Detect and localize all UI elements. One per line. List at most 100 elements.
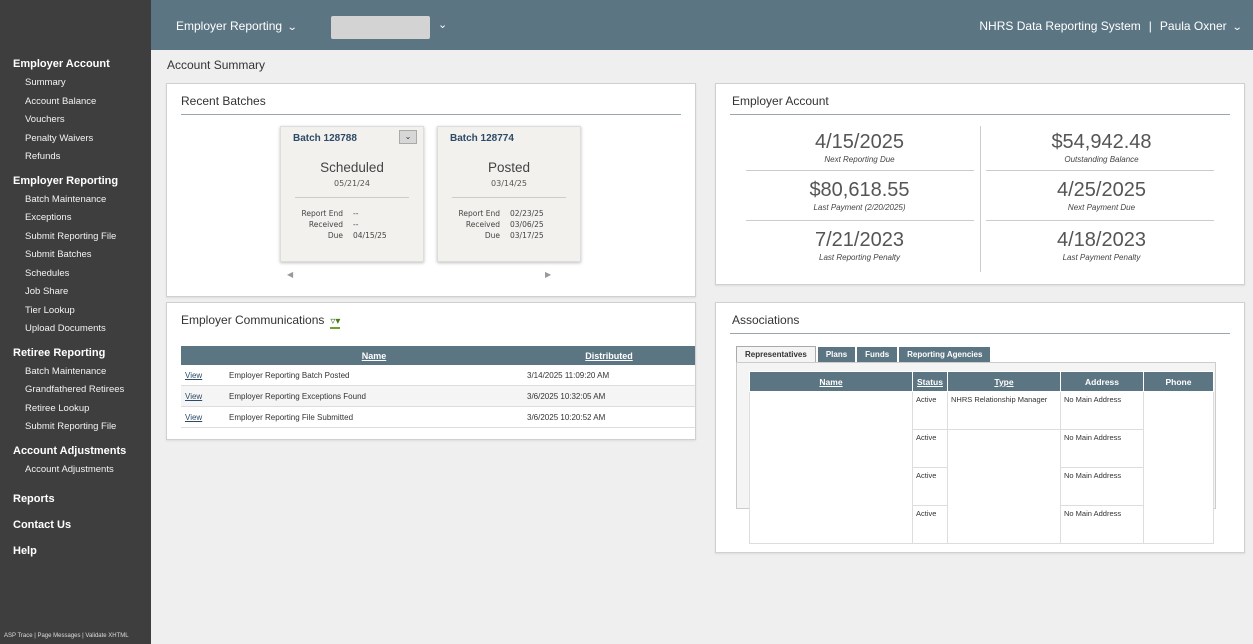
communications-table: Name Distributed View Employer Reporting… (181, 346, 695, 428)
due-label: Due (327, 231, 343, 240)
table-header-type[interactable]: Type (947, 371, 1061, 392)
sidebar-item[interactable]: Exceptions (0, 209, 151, 228)
scroll-left-icon[interactable]: ◀ (287, 270, 293, 279)
divider (730, 114, 1230, 115)
view-link[interactable]: View (185, 371, 202, 380)
sidebar-item[interactable]: Refunds (0, 148, 151, 167)
filter-icon[interactable]: ▿▾ (330, 316, 341, 329)
nav-group: Employer Reporting Batch Maintenance Excep… (0, 175, 151, 339)
communication-name: Employer Reporting File Submitted (225, 406, 523, 428)
sidebar-item[interactable]: Account Balance (0, 93, 151, 112)
next-payment-due-stat: 4/25/2025 Next Payment Due (984, 179, 1219, 212)
table-header-name[interactable]: Name (749, 371, 913, 392)
table-header-distributed[interactable]: Distributed (523, 346, 695, 365)
nav-group: Employer Account Summary Account Balance Vo… (0, 58, 151, 167)
scroll-right-icon[interactable]: ▶ (545, 270, 551, 279)
batch-card[interactable]: Batch 128774 Posted 03/14/25 Report End 0… (437, 126, 581, 262)
employer-communications-panel: Employer Communications ▿▾ Name Distribut… (166, 302, 696, 440)
next-reporting-due-stat: 4/15/2025 Next Reporting Due (742, 131, 977, 164)
sidebar-item[interactable]: Reports (0, 493, 151, 505)
outstanding-balance-stat: $54,942.48 Outstanding Balance (984, 131, 1219, 164)
sidebar-footer-links[interactable]: ASP Trace | Page Messages | Validate XHT… (4, 633, 129, 639)
tab-reporting-agencies[interactable]: Reporting Agencies (899, 347, 991, 362)
tab-plans[interactable]: Plans (817, 347, 856, 362)
employer-select-dropdown[interactable] (331, 16, 430, 39)
view-link[interactable]: View (185, 392, 202, 401)
sidebar-item[interactable]: Submit Reporting File (0, 228, 151, 247)
batch-date: 05/21/24 (334, 179, 370, 188)
sidebar-item[interactable]: Contact Us (0, 519, 151, 531)
divider (986, 170, 1214, 171)
employer-communications-title: Employer Communications ▿▾ (181, 313, 341, 329)
nav-heading[interactable]: Retiree Reporting (0, 347, 151, 359)
received-label: Received (465, 220, 500, 229)
table-header-name[interactable]: Name (225, 346, 523, 365)
sidebar-item[interactable]: Grandfathered Retirees (0, 381, 151, 400)
sidebar-item[interactable]: Vouchers (0, 111, 151, 130)
sidebar-item[interactable]: Account Adjustments (0, 461, 151, 480)
sidebar-item[interactable]: Batch Maintenance (0, 363, 151, 382)
redacted-name (749, 391, 913, 544)
sidebar-item[interactable]: Submit Batches (0, 246, 151, 265)
table-row: View Employer Reporting Batch Posted 3/1… (181, 365, 695, 386)
chevron-down-icon[interactable]: ⌄ (1231, 22, 1242, 33)
due-label: Due (484, 231, 500, 240)
sidebar-item[interactable]: Upload Documents (0, 320, 151, 339)
divider (730, 333, 1230, 334)
sidebar-item[interactable]: Tier Lookup (0, 302, 151, 321)
batch-card[interactable]: Batch 128788 ⌄ Scheduled 05/21/24 Report… (280, 126, 424, 262)
chevron-down-icon[interactable]: ⌄ (438, 18, 447, 31)
batch-details: Report End 02/23/25 Received 03/06/25 Due 0… (438, 209, 580, 242)
user-menu[interactable]: Paula Oxner (1160, 19, 1227, 33)
nav-heading[interactable]: Employer Account (0, 58, 151, 70)
communication-distributed: 3/14/2025 11:09:20 AM (523, 365, 695, 386)
sidebar-item[interactable]: Penalty Waivers (0, 130, 151, 149)
chevron-down-icon[interactable]: ⌄ (399, 130, 417, 144)
table-header-status[interactable]: Status (912, 371, 948, 392)
table-row: View Employer Reporting File Submitted 3… (181, 406, 695, 428)
batch-name[interactable]: Batch 128788 (293, 133, 357, 144)
rep-status: Active (912, 429, 948, 468)
stat-value: 7/21/2023 (815, 229, 904, 251)
nav-group: Retiree Reporting Batch Maintenance Grandf… (0, 347, 151, 437)
sidebar-item[interactable]: Submit Reporting File (0, 418, 151, 437)
sidebar-item[interactable]: Retiree Lookup (0, 400, 151, 419)
tab-funds[interactable]: Funds (857, 347, 898, 362)
employer-reporting-menu[interactable]: Employer Reporting ⌄ (176, 19, 298, 33)
sidebar-item[interactable]: Help (0, 545, 151, 557)
nav-heading[interactable]: Account Adjustments (0, 445, 151, 457)
batch-date: 03/14/25 (491, 179, 527, 188)
recent-batches-title: Recent Batches (181, 94, 266, 108)
stat-label: Last Payment Penalty (1062, 253, 1141, 262)
report-end-value: -- (353, 209, 359, 218)
last-payment-stat: $80,618.55 Last Payment (2/20/2025) (742, 179, 977, 212)
sidebar-item[interactable]: Schedules (0, 265, 151, 284)
sidebar-item[interactable]: Batch Maintenance (0, 191, 151, 210)
report-end-value: 02/23/25 (510, 209, 544, 218)
nav-group: Account Adjustments Account Adjustments (0, 445, 151, 480)
top-bar-left-block (0, 0, 151, 50)
top-bar-user-area: NHRS Data Reporting System | Paula Oxner ⌄ (979, 19, 1242, 33)
sidebar-item[interactable]: Summary (0, 74, 151, 93)
nav-heading[interactable]: Employer Reporting (0, 175, 151, 187)
view-link[interactable]: View (185, 413, 202, 422)
stat-label: Last Reporting Penalty (819, 253, 900, 262)
rep-address: No Main Address (1060, 505, 1144, 544)
sidebar-item[interactable]: Job Share (0, 283, 151, 302)
rep-status: Active (912, 467, 948, 506)
due-value: 03/17/25 (510, 231, 544, 240)
communication-distributed: 3/6/2025 10:32:05 AM (523, 385, 695, 407)
redacted-phone (1143, 391, 1214, 544)
separator: | (1148, 19, 1152, 33)
batch-name[interactable]: Batch 128774 (450, 133, 514, 144)
due-value: 04/15/25 (353, 231, 387, 240)
sidebar-nav: Employer Account Summary Account Balance Vo… (0, 58, 151, 557)
last-reporting-penalty-stat: 7/21/2023 Last Reporting Penalty (742, 229, 977, 262)
sidebar: Employer Account Summary Account Balance Vo… (0, 50, 151, 644)
tab-representatives[interactable]: Representatives (736, 346, 816, 362)
employer-account-panel: Employer Account 4/15/2025 Next Reportin… (715, 83, 1245, 285)
rep-type: NHRS Relationship Manager (947, 391, 1061, 430)
rep-status: Active (912, 505, 948, 544)
rep-status: Active (912, 391, 948, 430)
representatives-table: Name Status Type Address Phone Active NH… (749, 371, 1214, 544)
